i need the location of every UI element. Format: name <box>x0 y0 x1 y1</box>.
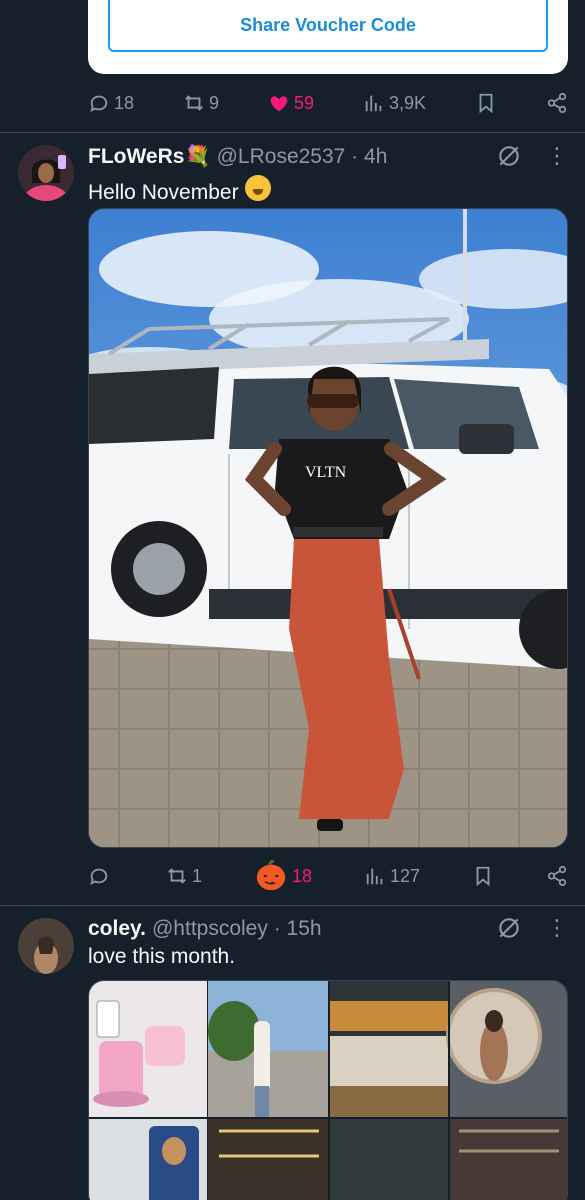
share-icon <box>547 92 567 114</box>
repost-icon <box>168 868 186 884</box>
avatar-image <box>18 918 74 974</box>
tweet-image[interactable]: VLTN <box>88 208 568 848</box>
tweet-actions: 1 18 127 <box>88 859 568 893</box>
bookmark-button[interactable] <box>475 86 497 120</box>
bookmark-icon <box>479 93 493 114</box>
view-count: 127 <box>389 865 420 886</box>
yawning-face-emoji-icon <box>244 175 271 201</box>
divider <box>0 905 585 906</box>
divider <box>0 132 585 133</box>
repost-button[interactable]: 1 <box>166 859 202 893</box>
like-button[interactable]: 18 <box>254 859 312 893</box>
tweet-text-content: Hello November <box>88 181 239 204</box>
handle-time[interactable]: @LRose2537 · 4h <box>217 145 388 169</box>
share-icon <box>547 865 567 887</box>
display-name[interactable]: FLoWeRs💐 <box>88 145 211 169</box>
photo-woman-pickup-truck: VLTN <box>89 209 567 847</box>
grok-icon[interactable] <box>496 915 522 941</box>
repost-icon <box>185 95 203 111</box>
tweet-header: coley. @httpscoley · 15h <box>88 915 322 943</box>
tweet-text: love this month. <box>88 945 236 968</box>
reply-icon <box>90 95 108 113</box>
reply-icon <box>90 868 108 886</box>
more-options-icon[interactable]: ⋮ <box>546 143 568 169</box>
reply-button[interactable]: 18 <box>88 86 134 120</box>
photo-grid <box>89 981 567 1200</box>
views-button[interactable]: 127 <box>364 859 420 893</box>
bookmark-icon <box>476 866 490 887</box>
view-count: 3,9K <box>388 92 427 113</box>
repost-count: 1 <box>191 865 202 886</box>
avatar[interactable] <box>18 918 74 974</box>
share-button[interactable] <box>546 859 568 893</box>
repost-button[interactable]: 9 <box>183 86 219 120</box>
display-name[interactable]: coley. <box>88 917 146 941</box>
share-button[interactable] <box>546 86 568 120</box>
views-icon <box>365 95 382 112</box>
grok-icon[interactable] <box>496 143 522 169</box>
more-options-icon[interactable]: ⋮ <box>546 915 568 941</box>
reply-count: 18 <box>114 92 135 113</box>
heart-filled-icon <box>270 96 288 112</box>
views-button[interactable]: 3,9K <box>363 86 426 120</box>
tweet-header: FLoWeRs💐 @LRose2537 · 4h <box>88 143 387 171</box>
tweet-actions: 18 9 59 3,9K <box>88 86 568 120</box>
bookmark-button[interactable] <box>472 859 494 893</box>
tweet-text: Hello November <box>88 173 271 205</box>
reply-button[interactable] <box>88 859 114 893</box>
voucher-card: Share Voucher Code <box>88 0 568 74</box>
avatar[interactable] <box>18 145 74 201</box>
svg-text:VLTN: VLTN <box>305 464 347 481</box>
avatar-image <box>18 145 74 201</box>
repost-count: 9 <box>209 92 220 113</box>
views-icon <box>366 868 383 885</box>
pumpkin-like-icon <box>256 860 286 891</box>
like-button[interactable]: 59 <box>268 86 314 120</box>
share-voucher-code-button[interactable]: Share Voucher Code <box>108 0 548 52</box>
like-count: 59 <box>293 92 315 113</box>
handle-time[interactable]: @httpscoley · 15h <box>152 917 322 941</box>
tweet-image-grid[interactable] <box>88 980 568 1200</box>
like-count: 18 <box>291 865 312 886</box>
